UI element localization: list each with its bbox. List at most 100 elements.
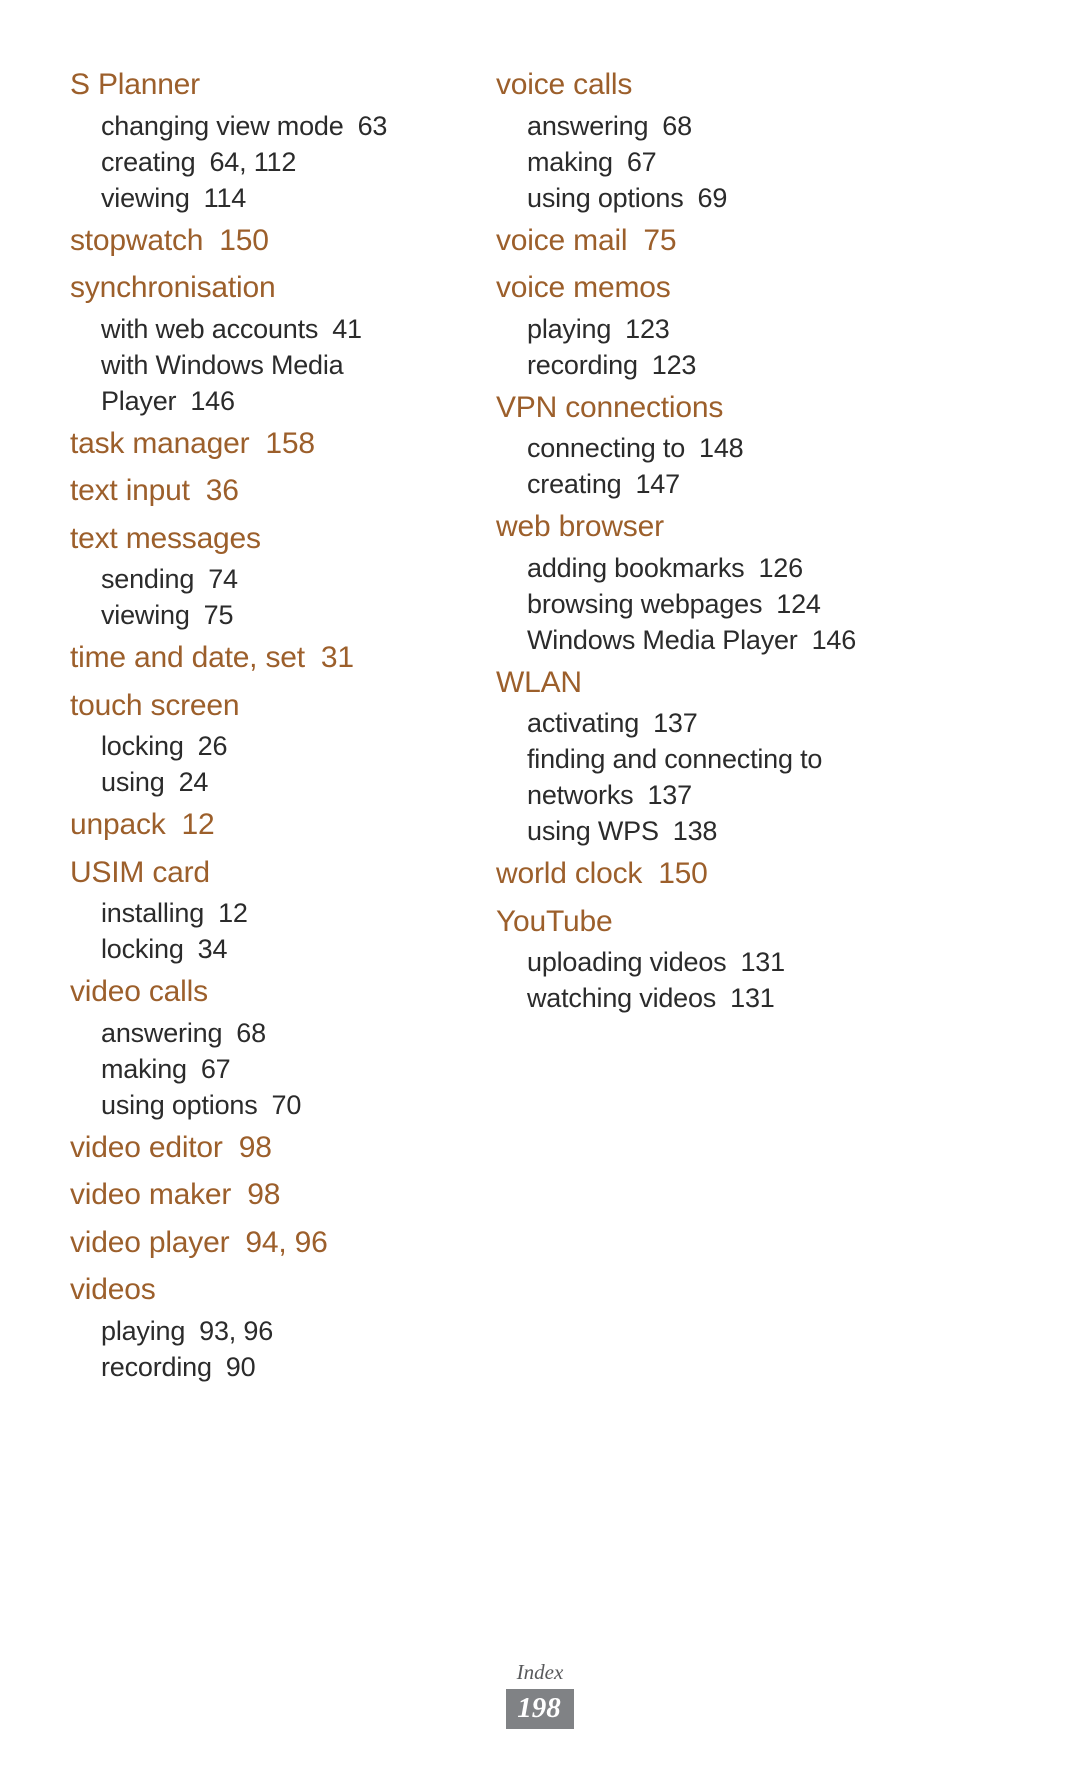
index-subentry-pages: 74 [208, 564, 238, 594]
index-subentry-label: changing view mode [101, 110, 344, 141]
index-entry-term[interactable]: videos [70, 1267, 490, 1313]
index-entry-term[interactable]: touch screen [70, 683, 490, 729]
index-subentry[interactable]: using WPS 138 [496, 813, 916, 849]
index-entry-term[interactable]: YouTube [496, 899, 916, 945]
index-entry-term[interactable]: time and date, set 31 [70, 635, 490, 681]
index-entry-term[interactable]: text messages [70, 516, 490, 562]
index-subentry[interactable]: networks 137 [496, 777, 916, 813]
index-subentry-label: using options [527, 182, 684, 213]
index-entry: synchronisation with web accounts 41 with W… [70, 265, 490, 419]
index-subentry[interactable]: changing view mode 63 [70, 108, 490, 144]
index-entry: voice mail 75 [496, 218, 916, 264]
index-subentry-pages: 24 [178, 767, 209, 797]
index-subentry[interactable]: browsing webpages 124 [496, 586, 916, 622]
footer-section-label: Index [516, 1660, 564, 1684]
index-subentry[interactable]: creating 147 [496, 466, 916, 502]
index-subentry[interactable]: using options 69 [496, 180, 916, 216]
index-term-label: YouTube [496, 904, 613, 938]
index-subentry-label: with web accounts [101, 313, 319, 344]
index-subentry-label: connecting to [527, 433, 686, 463]
index-subentry[interactable]: finding and connecting to [496, 741, 916, 777]
index-entry-term[interactable]: voice calls [496, 62, 916, 108]
index-subentry[interactable]: uploading videos 131 [496, 944, 916, 980]
index-entry-term[interactable]: text input 36 [70, 468, 490, 514]
index-subentry-pages: 64, 112 [209, 146, 297, 177]
index-subentry[interactable]: activating 137 [496, 705, 916, 741]
index-subentry[interactable]: with web accounts 41 [70, 311, 490, 347]
index-entry-term[interactable]: voice mail 75 [496, 218, 916, 264]
index-subentry[interactable]: playing 123 [496, 311, 916, 347]
index-subentry-label: activating [527, 708, 640, 738]
index-term-label: videos [70, 1273, 156, 1306]
index-entry: text input 36 [70, 468, 490, 514]
index-subentry-label: creating [101, 146, 196, 177]
index-subentry-label: installing [101, 898, 205, 928]
index-entry: videos playing 93, 96 recording 90 [70, 1267, 490, 1385]
index-subentry[interactable]: answering 68 [70, 1015, 490, 1051]
index-entry: unpack 12 [70, 802, 490, 848]
index-subentry[interactable]: viewing 114 [70, 180, 490, 216]
index-subentry[interactable]: playing 93, 96 [70, 1313, 490, 1349]
index-subentry-pages: 93, 96 [199, 1315, 274, 1346]
index-term-pages: 150 [219, 223, 269, 257]
index-entry-term[interactable]: unpack 12 [70, 802, 490, 848]
index-subentry[interactable]: locking 26 [70, 728, 490, 764]
index-subentry[interactable]: watching videos 131 [496, 980, 916, 1016]
index-subentry[interactable]: sending 74 [70, 561, 490, 597]
index-subentry[interactable]: recording 90 [70, 1349, 490, 1385]
index-entry-term[interactable]: USIM card [70, 850, 490, 896]
index-term-label: touch screen [70, 688, 240, 722]
index-entry-term[interactable]: video calls [70, 969, 490, 1015]
index-subentry-pages: 138 [672, 816, 718, 846]
index-entry-term[interactable]: S Planner [70, 62, 490, 108]
index-entry-term[interactable]: WLAN [496, 660, 916, 706]
index-subentry-label: creating [527, 469, 622, 499]
index-entry-term[interactable]: web browser [496, 504, 916, 550]
index-term-pages: 31 [320, 641, 354, 674]
index-subentry-label: with Windows Media [101, 349, 344, 380]
index-subentry[interactable]: viewing 75 [70, 597, 490, 633]
index-entry-term[interactable]: VPN connections [496, 385, 916, 431]
index-subentry[interactable]: installing 12 [70, 895, 490, 931]
index-subentry[interactable]: making 67 [496, 144, 916, 180]
index-term-pages: 75 [643, 223, 677, 257]
index-entry-term[interactable]: task manager 158 [70, 421, 490, 467]
index-subentry[interactable]: with Windows Media [70, 347, 490, 383]
index-subentry-pages: 137 [653, 708, 698, 738]
index-subentry[interactable]: creating 64, 112 [70, 144, 490, 180]
index-subentry-label: networks [527, 780, 634, 810]
index-entry-term[interactable]: video editor 98 [70, 1125, 490, 1171]
index-subentry-label: viewing [101, 182, 190, 213]
index-entry-term[interactable]: video maker 98 [70, 1172, 490, 1218]
index-term-label: time and date, set [70, 641, 305, 674]
index-subentry[interactable]: adding bookmarks 126 [496, 550, 916, 586]
index-term-label: VPN connections [496, 390, 724, 424]
index-subentry-label: using WPS [527, 816, 659, 846]
index-subentry[interactable]: answering 68 [496, 108, 916, 144]
index-entry-term[interactable]: synchronisation [70, 265, 490, 311]
index-subentry-pages: 126 [758, 552, 803, 583]
index-entry-term[interactable]: voice memos [496, 265, 916, 311]
index-subentry[interactable]: Windows Media Player 146 [496, 622, 916, 658]
index-page: S Planner changing view mode 63 creating 64,… [0, 0, 1080, 1771]
index-subentry[interactable]: Player 146 [70, 383, 490, 419]
index-subentry[interactable]: using 24 [70, 764, 490, 800]
page-number-badge: 198 [506, 1689, 574, 1729]
index-subentry[interactable]: making 67 [70, 1051, 490, 1087]
index-entry: stopwatch 150 [70, 218, 490, 264]
index-entry-term[interactable]: stopwatch 150 [70, 218, 490, 264]
index-term-label: video calls [70, 975, 208, 1008]
index-subentry-pages: 34 [197, 934, 228, 964]
index-subentry[interactable]: recording 123 [496, 347, 916, 383]
index-subentry-pages: 90 [225, 1351, 256, 1382]
index-subentry-label: locking [101, 731, 184, 761]
index-term-label: video editor [70, 1130, 223, 1164]
index-entry-term[interactable]: world clock 150 [496, 851, 916, 897]
index-entry-term[interactable]: video player 94, 96 [70, 1220, 490, 1266]
index-subentry[interactable]: connecting to 148 [496, 430, 916, 466]
index-subentry[interactable]: using options 70 [70, 1087, 490, 1123]
index-subentry-pages: 131 [740, 947, 785, 977]
index-subentry[interactable]: locking 34 [70, 931, 490, 967]
index-term-pages: 98 [247, 1178, 281, 1211]
index-subentry-pages: 67 [626, 146, 657, 177]
